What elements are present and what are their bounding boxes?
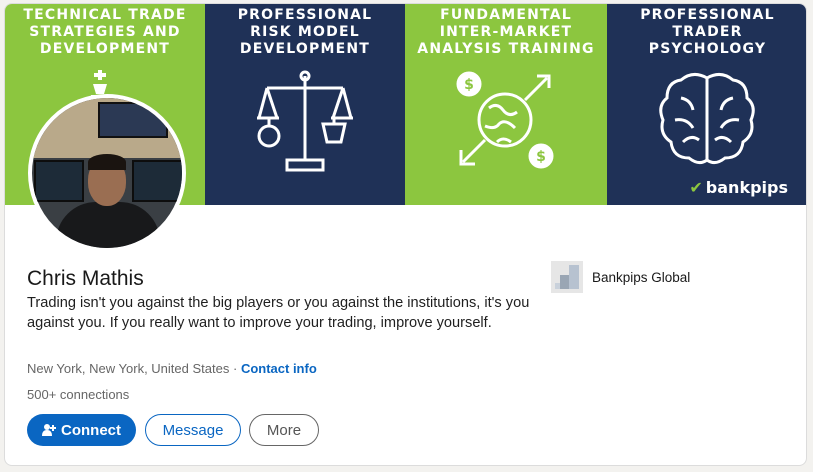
profile-headline: Trading isn't you against the big player… <box>27 295 530 331</box>
profile-location-line: New York, New York, United States · Cont… <box>27 361 317 376</box>
add-person-icon <box>42 424 56 436</box>
bankpips-logo: ✔ bankpips <box>689 178 788 197</box>
banner-panel-psychology: PROFESSIONAL TRADER PSYCHOLOGY ✔ bankpip… <box>607 4 806 205</box>
banner-panel-title: TECHNICAL TRADE STRATEGIES AND DEVELOPME… <box>23 7 187 57</box>
company-logo <box>551 261 583 293</box>
current-company[interactable]: Bankpips Global <box>551 261 690 293</box>
profile-card: TECHNICAL TRADE STRATEGIES AND DEVELOPME… <box>4 3 807 466</box>
photo-person-body <box>56 202 160 248</box>
message-label: Message <box>162 421 224 439</box>
brand-name: bankpips <box>705 178 788 197</box>
photo-person-hair <box>88 154 126 170</box>
connect-label: Connect <box>61 421 121 439</box>
banner-panel-risk: PROFESSIONAL RISK MODEL DEVELOPMENT <box>205 4 405 205</box>
photo-monitor <box>132 160 182 202</box>
message-button[interactable]: Message <box>145 414 241 446</box>
svg-text:$: $ <box>464 77 474 93</box>
connections-count[interactable]: 500+ connections <box>27 387 129 402</box>
photo-monitor <box>34 160 84 202</box>
banner-panel-title: FUNDAMENTAL INTER-MARKET ANALYSIS TRAINI… <box>417 7 595 57</box>
balance-scale-icon <box>257 70 353 172</box>
location-text: New York, New York, United States <box>27 361 230 376</box>
globe-dollar-icon: $ $ <box>456 71 554 169</box>
separator: · <box>232 361 238 376</box>
photo-tv-screen <box>98 102 168 138</box>
bankpips-check-icon: ✔ <box>689 178 703 197</box>
banner-panel-title: PROFESSIONAL TRADER PSYCHOLOGY <box>640 7 775 57</box>
more-button[interactable]: More <box>249 414 319 446</box>
profile-photo[interactable] <box>28 94 186 252</box>
svg-text:$: $ <box>536 149 546 165</box>
company-name: Bankpips Global <box>592 269 691 285</box>
brain-icon <box>659 73 755 165</box>
banner-panel-fundamental: FUNDAMENTAL INTER-MARKET ANALYSIS TRAINI… <box>405 4 607 205</box>
profile-name: Chris Mathis <box>27 267 144 290</box>
more-label: More <box>266 421 302 439</box>
connect-button[interactable]: Connect <box>27 414 136 446</box>
banner-panel-title: PROFESSIONAL RISK MODEL DEVELOPMENT <box>237 7 373 57</box>
contact-info-link[interactable]: Contact info <box>241 361 317 376</box>
